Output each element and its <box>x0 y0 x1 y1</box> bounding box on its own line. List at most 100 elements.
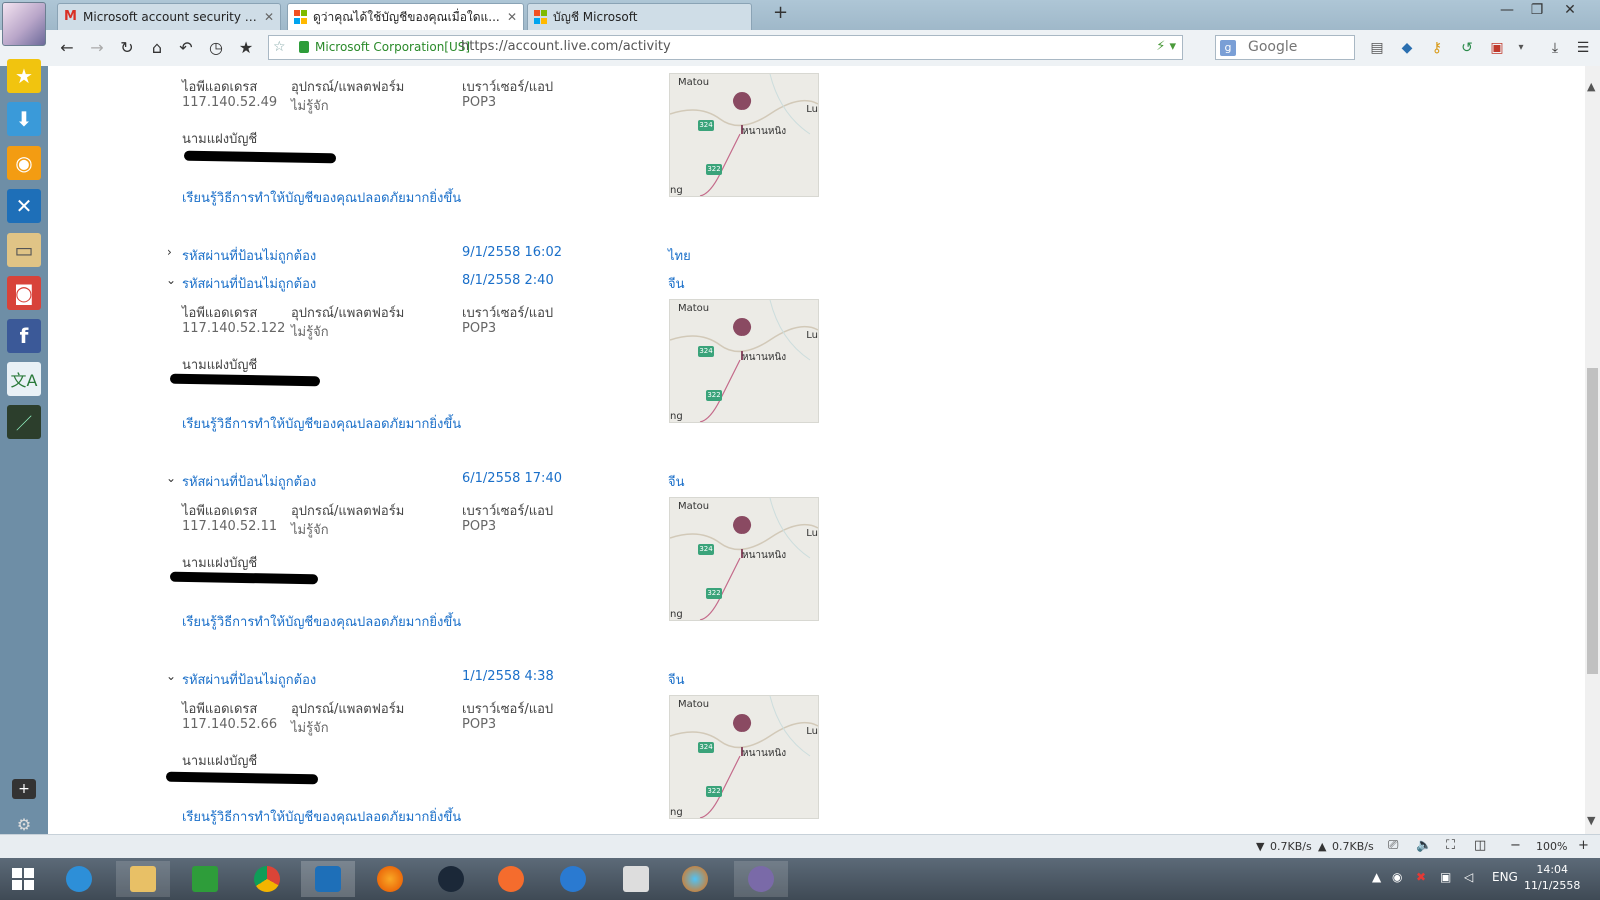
tab-microsoft-account[interactable]: บัญชี Microsoft <box>527 3 752 30</box>
translate-tool-icon[interactable]: ↺ <box>1458 39 1476 57</box>
extension-icon[interactable]: ◆ <box>1398 39 1416 57</box>
collapse-chevron-icon[interactable]: ⌄ <box>166 669 176 683</box>
tray-error-icon[interactable]: ✖ <box>1416 870 1426 884</box>
learn-security-link[interactable]: เรียนรู้วิธีการทำให้บัญชีของคุณปลอดภัยมา… <box>182 187 461 208</box>
tray-expand-icon[interactable]: ▲ <box>1372 870 1381 884</box>
device-value: ไม่รู้จัก <box>291 721 329 736</box>
bookmark-star-icon[interactable]: ★ <box>235 38 257 58</box>
event-title[interactable]: รหัสผ่านที่ป้อนไม่ถูกต้อง <box>182 245 316 266</box>
zoom-out-button[interactable]: − <box>1510 838 1521 853</box>
minimize-button[interactable]: — <box>1492 2 1522 18</box>
home-icon[interactable]: ⌂ <box>146 38 168 58</box>
settings-gear-icon[interactable]: ⚙ <box>12 814 36 834</box>
learn-security-link[interactable]: เรียนรู้วิธีการทำให้บัญชีของคุณปลอดภัยมา… <box>182 806 461 827</box>
learn-security-link[interactable]: เรียนรู้วิธีการทำให้บัญชีของคุณปลอดภัยมา… <box>182 413 461 434</box>
language-indicator[interactable]: ENG <box>1492 870 1518 884</box>
close-window-button[interactable]: ✕ <box>1555 2 1585 18</box>
event-title[interactable]: รหัสผ่านที่ป้อนไม่ถูกต้อง <box>182 273 316 294</box>
chrome-icon[interactable] <box>240 861 294 897</box>
zoom-level[interactable]: 100% <box>1536 840 1567 853</box>
event-location[interactable]: ไทย <box>668 245 691 266</box>
address-dropdown-icon[interactable]: ⚡ ▾ <box>1156 39 1176 54</box>
paint-icon[interactable]: ／ <box>7 405 41 439</box>
expand-chevron-icon[interactable]: › <box>167 245 172 259</box>
tab-activity[interactable]: ดูว่าคุณได้ใช้บัญชีของคุณเมื่อใดแ... ✕ <box>287 3 524 30</box>
new-tab-button[interactable]: + <box>773 2 788 23</box>
browser-label: เบราว์เซอร์/แอป <box>462 702 554 717</box>
address-bar[interactable]: ☆ Microsoft Corporation[US] https://acco… <box>268 35 1183 60</box>
event-location[interactable]: จีน <box>668 471 685 492</box>
game-app-icon[interactable] <box>734 861 788 897</box>
search-box[interactable]: g <box>1215 35 1355 60</box>
firefox-dev-icon[interactable] <box>668 861 722 897</box>
zoom-in-button[interactable]: + <box>1578 838 1589 853</box>
user-avatar[interactable] <box>2 2 46 46</box>
tab-title: บัญชี Microsoft <box>553 9 638 24</box>
event-datetime[interactable]: 8/1/2558 2:40 <box>462 273 554 288</box>
site-identity[interactable]: Microsoft Corporation[US] <box>315 40 470 54</box>
steam-icon[interactable] <box>424 861 478 897</box>
url-text[interactable]: https://account.live.com/activity <box>461 39 671 54</box>
vertical-scrollbar[interactable]: ▲ ▼ <box>1585 66 1600 834</box>
key-icon[interactable]: ⚷ <box>1428 39 1446 57</box>
windows-start-icon[interactable] <box>0 861 46 897</box>
monitor-icon[interactable]: ⎚ <box>1388 838 1398 853</box>
undo-close-icon[interactable]: ↶ <box>175 38 197 58</box>
browser-value: POP3 <box>462 519 497 534</box>
steam-tray-icon[interactable]: ◉ <box>1392 870 1402 884</box>
firefox-icon[interactable] <box>363 861 417 897</box>
games-icon[interactable]: ◙ <box>7 276 41 310</box>
event-title[interactable]: รหัสผ่านที่ป้อนไม่ถูกต้อง <box>182 471 316 492</box>
map-edge-label: Lu <box>806 726 818 737</box>
translate-icon[interactable]: 文A <box>7 362 41 396</box>
scroll-up-icon[interactable]: ▲ <box>1587 80 1595 93</box>
add-panel-icon[interactable]: + <box>12 779 36 799</box>
favorites-icon[interactable]: ★ <box>7 59 41 93</box>
internet-explorer-icon[interactable] <box>52 861 106 897</box>
network-icon[interactable]: ▣ <box>1440 870 1451 884</box>
origin-icon[interactable] <box>484 861 538 897</box>
rss-icon[interactable]: ◉ <box>7 146 41 180</box>
event-datetime[interactable]: 9/1/2558 16:02 <box>462 245 562 260</box>
collapse-chevron-icon[interactable]: ⌄ <box>166 273 176 287</box>
page-icon[interactable]: ▤ <box>1368 39 1386 57</box>
close-tab-icon[interactable]: ✕ <box>264 10 274 24</box>
mu-app-icon[interactable] <box>609 861 663 897</box>
scrollbar-thumb[interactable] <box>1587 368 1598 674</box>
collapse-chevron-icon[interactable]: ⌄ <box>166 471 176 485</box>
facebook-icon[interactable]: f <box>7 319 41 353</box>
close-tab-icon[interactable]: ✕ <box>507 10 517 24</box>
history-icon[interactable]: ◷ <box>205 38 227 58</box>
event-location[interactable]: จีน <box>668 669 685 690</box>
volume-icon[interactable]: 🔈 <box>1416 838 1432 853</box>
store-icon[interactable] <box>178 861 232 897</box>
file-explorer-icon[interactable] <box>116 861 170 897</box>
learn-security-link[interactable]: เรียนรู้วิธีการทำให้บัญชีของคุณปลอดภัยมา… <box>182 611 461 632</box>
event-datetime[interactable]: 6/1/2558 17:40 <box>462 471 562 486</box>
event-title[interactable]: รหัสผ่านที่ป้อนไม่ถูกต้อง <box>182 669 316 690</box>
event-location[interactable]: จีน <box>668 273 685 294</box>
menu-dropdown-icon[interactable]: ▾ <box>1512 39 1530 57</box>
notes-icon[interactable]: ▭ <box>7 233 41 267</box>
back-icon[interactable]: ← <box>56 38 78 58</box>
forward-icon[interactable]: → <box>86 38 108 58</box>
system-clock[interactable]: 14:04 11/1/2558 <box>1524 862 1580 894</box>
reload-icon[interactable]: ↻ <box>116 38 138 58</box>
tools-icon[interactable]: ✕ <box>7 189 41 223</box>
scroll-down-icon[interactable]: ▼ <box>1587 814 1595 827</box>
search-input[interactable] <box>1246 38 1350 56</box>
download-icon[interactable]: ⤓ <box>1546 39 1564 57</box>
adblock-icon[interactable]: ▣ <box>1488 39 1506 57</box>
speaker-icon[interactable]: ◁ <box>1464 870 1473 884</box>
event-datetime[interactable]: 1/1/2558 4:38 <box>462 669 554 684</box>
menu-icon[interactable]: ☰ <box>1574 39 1592 57</box>
add-bookmark-icon[interactable]: ☆ <box>273 39 286 55</box>
uplay-icon[interactable] <box>546 861 600 897</box>
split-view-icon[interactable]: ◫ <box>1474 838 1486 853</box>
restore-button[interactable]: ❐ <box>1522 2 1552 18</box>
device-label: อุปกรณ์/แพลตฟอร์ม <box>291 306 405 321</box>
maxthon-browser-icon[interactable] <box>301 861 355 897</box>
tab-gmail[interactable]: M Microsoft account security code... ✕ <box>57 3 281 30</box>
fullscreen-icon[interactable]: ⛶ <box>1446 838 1455 853</box>
downloads-icon[interactable]: ⬇ <box>7 102 41 136</box>
